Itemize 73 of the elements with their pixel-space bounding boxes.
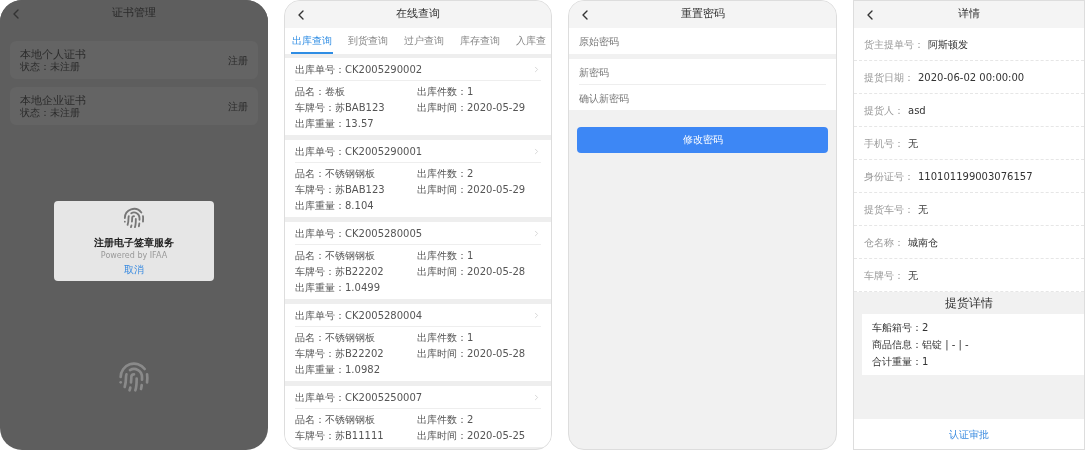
field-label: 货主提单号： xyxy=(864,37,924,52)
field-label: 车牌号： xyxy=(864,268,904,283)
tab[interactable]: 过户查询 xyxy=(403,28,445,54)
record-field: 出库重量：13.57 xyxy=(295,116,417,132)
order-number: 出库单号：CK2005250007 xyxy=(295,390,423,405)
change-password-button[interactable]: 修改密码 xyxy=(577,126,828,153)
field-value: 城南仓 xyxy=(908,235,938,250)
record-field: 出库时间：2020-05-29 xyxy=(417,100,541,116)
record-field: 品名：不锈钢钢板 xyxy=(295,248,417,264)
record-field: 出库件数：2 xyxy=(417,166,541,182)
detail-item: 车船箱号：2 xyxy=(872,321,930,335)
record-card[interactable]: 出库单号：CK2005280005 品名：不锈钢钢板 出库件数：1 车牌号：苏B22202 出库时间：2020-05-28 出库重量：1.0499 xyxy=(285,222,551,299)
order-number: 出库单号：CK2005280004 xyxy=(295,308,423,323)
tab[interactable]: 入库查 xyxy=(515,28,547,54)
screen-title: 在线查询 xyxy=(396,6,440,23)
record-field: 出库时间：2020-05-25 xyxy=(417,428,541,444)
tab[interactable]: 出库查询 xyxy=(291,28,333,54)
record-field: 品名：不锈钢钢板 xyxy=(295,330,417,346)
dialog-title: 注册电子签章服务 xyxy=(94,236,174,250)
record-card[interactable]: 出库单号：CK2005250007 品名：不锈钢钢板 出库件数：2 车牌号：苏B11111 出库时间：2020-05-25 xyxy=(285,386,551,447)
field-value: 110101199003076157 xyxy=(918,169,1033,184)
field-value: 无 xyxy=(918,202,928,217)
field-value: 无 xyxy=(908,136,918,151)
record-field: 车牌号：苏B22202 xyxy=(295,346,417,362)
record-field: 出库件数：1 xyxy=(417,84,541,100)
record-card[interactable]: 出库单号：CK2005290001 品名：不锈钢钢板 出库件数：2 车牌号：苏BAB123 出库时间：2020-05-29 出库重量：8.104 xyxy=(285,140,551,217)
detail-item: 商品信息：铝锭 | - | - xyxy=(872,338,970,352)
field-label: 提货日期： xyxy=(864,70,914,85)
chevron-icon xyxy=(532,310,541,320)
record-field: 车牌号：苏B22202 xyxy=(295,264,417,280)
record-field: 出库重量：1.0499 xyxy=(295,280,417,296)
record-field: 出库时间：2020-05-28 xyxy=(417,346,541,362)
record-field: 出库重量：1.0982 xyxy=(295,362,417,378)
record-card[interactable]: 出库单号：CK2005280004 品名：不锈钢钢板 出库件数：1 车牌号：苏B22202 出库时间：2020-05-28 出库重量：1.0982 xyxy=(285,304,551,381)
order-number: 出库单号：CK2005280005 xyxy=(295,226,423,241)
chevron-icon xyxy=(532,146,541,156)
screen-title: 重置密码 xyxy=(680,6,725,23)
field-label: 身份证号： xyxy=(864,169,914,184)
order-number: 出库单号：CK2005290001 xyxy=(295,144,423,159)
field-label: 仓名称： xyxy=(864,235,904,250)
fingerprint-icon xyxy=(123,207,145,229)
detail-item: 合计重量：1 xyxy=(872,355,930,369)
chevron-icon xyxy=(532,64,541,74)
record-field: 出库件数：2 xyxy=(417,412,541,428)
field-label: 提货车号： xyxy=(864,202,914,217)
field-value: 2020-06-02 00:00:00 xyxy=(918,70,1025,85)
section-title: 提货详情 xyxy=(945,295,993,312)
record-field: 出库重量：8.104 xyxy=(295,198,417,214)
dialog-subtitle: Powered by IFAA xyxy=(100,250,168,262)
field-label: 手机号： xyxy=(864,136,904,151)
chevron-icon xyxy=(532,228,541,238)
field-value: 阿斯顿发 xyxy=(928,37,968,52)
tab[interactable]: 到货查询 xyxy=(347,28,389,54)
record-field: 品名：卷板 xyxy=(295,84,417,100)
field-value: asd xyxy=(908,103,926,118)
chevron-icon xyxy=(532,392,541,402)
field-value: 无 xyxy=(908,268,918,283)
record-card[interactable]: 出库单号：CK2005290002 品名：卷板 出库件数：1 车牌号：苏BAB123 出库时间：2020-05-29 出库重量：13.57 xyxy=(285,58,551,135)
cancel-button[interactable]: 取消 xyxy=(124,262,144,277)
record-field: 品名：不锈钢钢板 xyxy=(295,412,417,428)
field-label: 提货人： xyxy=(864,103,904,118)
record-field: 车牌号：苏BAB123 xyxy=(295,100,417,116)
approve-button[interactable]: 认证审批 xyxy=(854,419,1084,449)
record-field: 车牌号：苏BAB123 xyxy=(295,182,417,198)
order-number: 出库单号：CK2005290002 xyxy=(295,62,423,77)
record-field: 出库件数：1 xyxy=(417,330,541,346)
screen-title: 详情 xyxy=(958,6,980,23)
record-field: 品名：不锈钢钢板 xyxy=(295,166,417,182)
record-field: 车牌号：苏B11111 xyxy=(295,428,417,444)
record-field: 出库件数：1 xyxy=(417,248,541,264)
record-field: 出库时间：2020-05-28 xyxy=(417,264,541,280)
record-field: 出库时间：2020-05-29 xyxy=(417,182,541,198)
tab[interactable]: 库存查询 xyxy=(459,28,501,54)
